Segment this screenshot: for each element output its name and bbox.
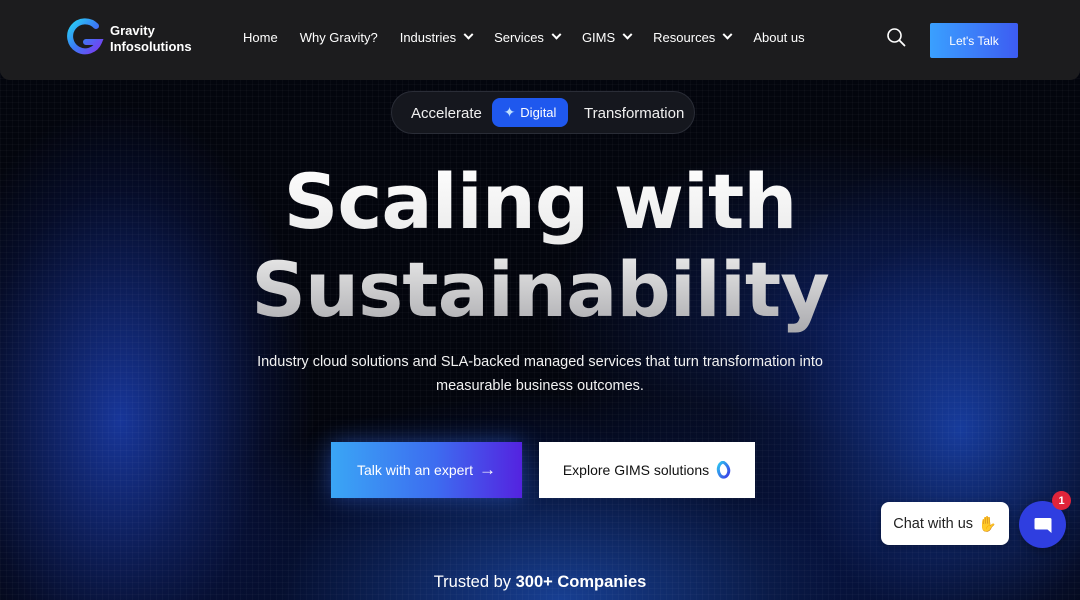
nav-item-gims[interactable]: GIMS: [581, 29, 633, 45]
nav-item-home[interactable]: Home: [243, 30, 278, 45]
search-icon: [887, 28, 906, 47]
nav-label: GIMS: [581, 30, 616, 45]
explore-gims-button[interactable]: Explore GIMS solutions: [539, 442, 755, 498]
hero-subtext: Industry cloud solutions and SLA-backed …: [257, 354, 823, 394]
nav-label: Home: [243, 30, 278, 45]
nav-label: Services: [494, 30, 544, 45]
tagline-pill: Accelerate ✦ Digital Transformation: [391, 91, 695, 134]
pill-highlight-digital: ✦ Digital: [492, 98, 568, 127]
nav-label: Industries: [399, 30, 457, 45]
pill-word-transformation: Transformation: [584, 105, 685, 122]
headline-line-2: Sustainability: [251, 245, 829, 334]
search-button[interactable]: [886, 27, 908, 49]
hero-headline: Scaling with Sustainability: [0, 158, 1080, 334]
nav-label: Why Gravity?: [299, 30, 378, 45]
main-nav: Home Why Gravity? Industries Services GI…: [243, 29, 827, 45]
waving-hand-icon: ✋: [978, 515, 997, 533]
top-navbar: Gravity Infosolutions Home Why Gravity? …: [0, 0, 1080, 80]
headline-line-1: Scaling with: [283, 157, 797, 246]
talk-with-expert-button[interactable]: Talk with an expert →: [331, 442, 522, 498]
chat-icon: [1034, 517, 1051, 533]
trusted-by-text: Trusted by 300+ Companies: [0, 573, 1080, 592]
nav-item-resources[interactable]: Resources: [653, 29, 733, 45]
chat-bubble-label: Chat with us: [893, 515, 974, 532]
explore-gims-label: Explore GIMS solutions: [562, 462, 710, 478]
trusted-prefix: Trusted by: [433, 573, 512, 591]
nav-label: Resources: [653, 30, 716, 45]
gims-logo-icon: [716, 461, 731, 479]
chevron-down-icon: [551, 29, 562, 40]
brand-name-line2: Infosolutions: [110, 39, 192, 54]
lets-talk-button[interactable]: Let's Talk: [930, 23, 1018, 58]
sparkle-icon: ✦: [503, 104, 516, 120]
brand-name: Gravity Infosolutions: [110, 23, 192, 55]
chevron-down-icon: [622, 29, 633, 40]
pill-highlight-label: Digital: [520, 105, 557, 120]
pill-word-accelerate: Accelerate: [411, 105, 482, 122]
nav-item-about-us[interactable]: About us: [753, 30, 804, 45]
gravity-g-logo-icon: [67, 18, 104, 55]
chevron-down-icon: [463, 29, 474, 40]
nav-item-why-gravity[interactable]: Why Gravity?: [300, 30, 378, 45]
nav-item-services[interactable]: Services: [494, 29, 562, 45]
trusted-count: 300+ Companies: [515, 573, 647, 591]
nav-label: About us: [753, 30, 805, 45]
brand-logo[interactable]: Gravity Infosolutions: [66, 16, 192, 62]
nav-item-industries[interactable]: Industries: [399, 29, 474, 45]
chevron-down-icon: [722, 29, 733, 40]
talk-with-expert-label: Talk with an expert: [357, 462, 473, 478]
chat-with-us-bubble[interactable]: Chat with us ✋: [881, 502, 1009, 545]
arrow-right-icon: →: [478, 460, 496, 479]
brand-name-line1: Gravity: [110, 23, 155, 38]
notification-badge: 1: [1052, 491, 1071, 510]
